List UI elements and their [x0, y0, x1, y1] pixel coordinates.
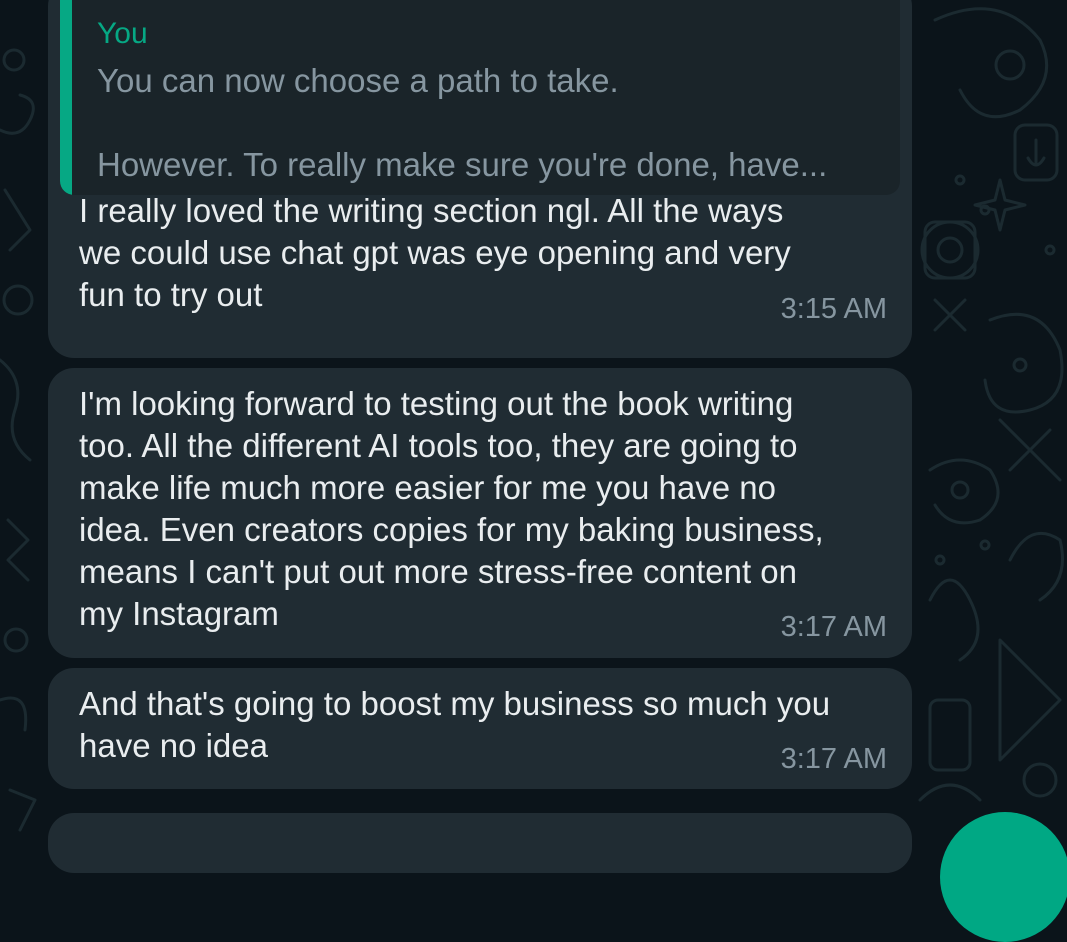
message-bubble[interactable]: And that's going to boost my business so… — [48, 668, 912, 789]
message-bubble[interactable] — [48, 813, 912, 873]
message-timestamp: 3:17 AM — [780, 743, 887, 775]
quote-accent-bar — [60, 0, 72, 195]
floating-action-button[interactable] — [940, 812, 1067, 942]
message-timestamp: 3:17 AM — [780, 611, 887, 643]
message-bubble[interactable]: I'm looking forward to testing out the b… — [48, 368, 912, 658]
message-text: I really loved the writing section ngl. … — [79, 192, 791, 313]
quote-text-line: You can now choose a path to take. — [97, 62, 619, 99]
message-timestamp: 3:15 AM — [780, 293, 887, 325]
quote-text-line: However. To really make sure you're done… — [97, 146, 828, 183]
quoted-reply[interactable]: You You can now choose a path to take. H… — [60, 0, 900, 195]
quote-author: You — [97, 17, 148, 50]
message-text: And that's going to boost my business so… — [79, 685, 831, 764]
message-text: I'm looking forward to testing out the b… — [79, 385, 824, 632]
